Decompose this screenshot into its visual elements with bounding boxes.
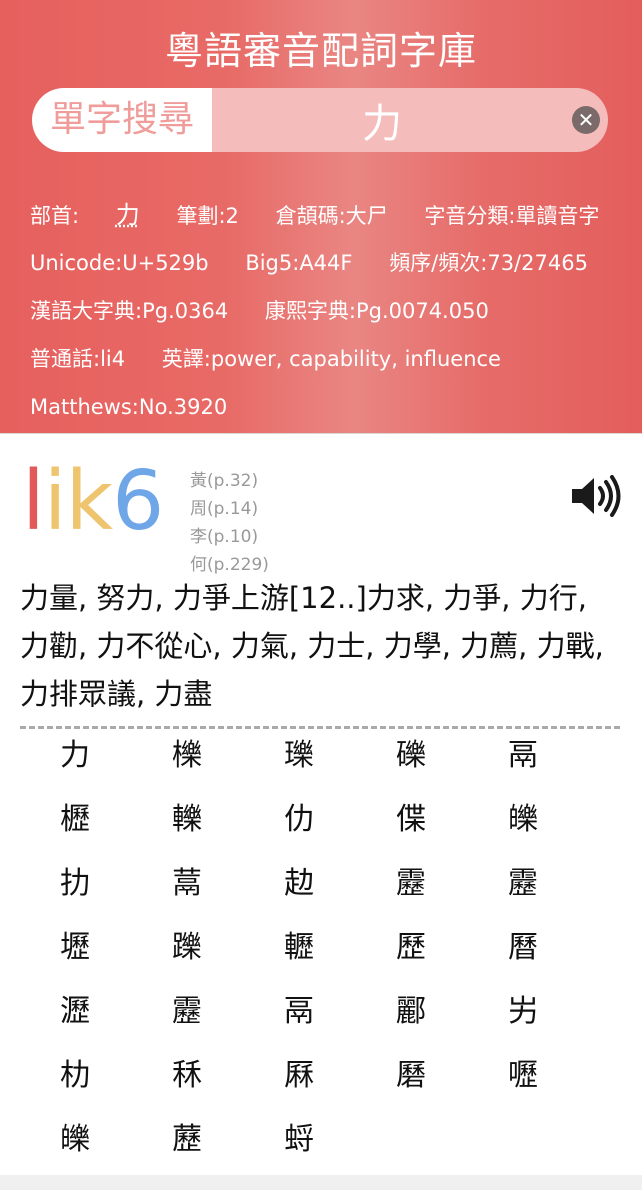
close-circle-icon[interactable]: ✕ bbox=[572, 106, 600, 134]
homophone-char[interactable]: 鬲 bbox=[508, 740, 620, 804]
jyutping: lik6 bbox=[22, 452, 164, 552]
info-row-1: 部首: 力 筆劃:2 倉頡碼:大尸 字音分類:單讀音字 bbox=[30, 198, 630, 246]
homophone-char[interactable]: 蒚 bbox=[172, 868, 284, 932]
radical-label: 部首: bbox=[30, 204, 80, 228]
radical: 部首: 力 bbox=[30, 201, 140, 229]
hanyu-da-zidian-page: 漢語大字典:Pg.0364 bbox=[30, 299, 229, 323]
stroke-count: 筆劃:2 bbox=[176, 204, 239, 228]
homophone-char[interactable]: 壢 bbox=[60, 932, 172, 996]
english-translation: 英譯:power, capability, influence bbox=[161, 347, 501, 371]
homophone-char[interactable]: 轣 bbox=[284, 932, 396, 996]
homophone-char[interactable]: 鬲 bbox=[284, 996, 396, 1060]
reference-item[interactable]: 李(p.10) bbox=[190, 523, 269, 551]
matthews-number: Matthews:No.3920 bbox=[30, 395, 228, 419]
radical-glyph: 力 bbox=[115, 201, 140, 229]
cangjie-code: 倉頡碼:大尸 bbox=[275, 204, 388, 228]
word-list: 力量, 努力, 力爭上游[12..]力求, 力爭, 力行, 力勸, 力不從心, … bbox=[20, 581, 604, 711]
jyutping-final: ik bbox=[43, 454, 113, 549]
homophone-char[interactable]: 櫪 bbox=[60, 804, 172, 868]
info-row-2: Unicode:U+529b Big5:A44F 頻序/頻次:73/27465 bbox=[30, 246, 630, 294]
jyutping-tone: 6 bbox=[112, 454, 164, 549]
homophone-char[interactable]: 瀝 bbox=[60, 996, 172, 1060]
homophone-char[interactable]: 靂 bbox=[172, 996, 284, 1060]
homophone-char[interactable]: 靂 bbox=[396, 868, 508, 932]
homophone-char[interactable]: 皪 bbox=[508, 804, 620, 868]
homophone-char[interactable]: 酈 bbox=[396, 996, 508, 1060]
homophone-char[interactable]: 歷 bbox=[396, 932, 508, 996]
homophone-char[interactable]: 櫟 bbox=[172, 740, 284, 804]
header: 粵語審音配詞字庫 單字搜尋 ✕ 部首: 力 筆劃:2 倉頡碼:大尸 字音分類:單… bbox=[0, 0, 642, 433]
sound-classification: 字音分類:單讀音字 bbox=[424, 204, 600, 228]
info-row-5: Matthews:No.3920 bbox=[30, 390, 630, 438]
homophone-char[interactable]: 扐 bbox=[60, 868, 172, 932]
jyutping-initial: l bbox=[22, 454, 45, 549]
info-row-4: 普通話:li4 英譯:power, capability, influence bbox=[30, 342, 630, 390]
reference-item[interactable]: 周(p.14) bbox=[190, 495, 269, 523]
homophone-char[interactable]: 躒 bbox=[172, 932, 284, 996]
homophone-char[interactable]: 靂 bbox=[508, 868, 620, 932]
homophone-char[interactable]: 赲 bbox=[284, 868, 396, 932]
homophone-char[interactable]: 轢 bbox=[172, 804, 284, 868]
reference-list: 黃(p.32) 周(p.14) 李(p.10) 何(p.229) bbox=[190, 467, 269, 579]
homophone-char[interactable]: 礫 bbox=[396, 740, 508, 804]
speaker-volume-icon[interactable] bbox=[570, 474, 622, 518]
homophone-char[interactable]: 曆 bbox=[508, 932, 620, 996]
homophone-char[interactable]: 仂 bbox=[284, 804, 396, 868]
big5-code: Big5:A44F bbox=[245, 251, 353, 275]
content-panel: lik6 黃(p.32) 周(p.14) 李(p.10) 何(p.229) 力量… bbox=[0, 433, 642, 1175]
app-title: 粵語審音配詞字庫 bbox=[164, 29, 477, 73]
homophone-char[interactable]: 厤 bbox=[284, 1060, 396, 1124]
homophone-char[interactable]: 力 bbox=[60, 740, 172, 804]
character-info: 部首: 力 筆劃:2 倉頡碼:大尸 字音分類:單讀音字 Unicode:U+52… bbox=[30, 198, 630, 438]
homophone-char[interactable]: 瓅 bbox=[284, 740, 396, 804]
kangxi-page: 康熙字典:Pg.0074.050 bbox=[264, 299, 489, 323]
reference-item[interactable]: 黃(p.32) bbox=[190, 467, 269, 495]
homophone-char[interactable]: 磿 bbox=[396, 1060, 508, 1124]
search-mode-button[interactable]: 單字搜尋 bbox=[32, 88, 212, 152]
homophone-char[interactable]: 嚦 bbox=[508, 1060, 620, 1124]
divider bbox=[20, 726, 620, 729]
homophone-char[interactable]: 偞 bbox=[396, 804, 508, 868]
putonghua: 普通話:li4 bbox=[30, 347, 126, 371]
unicode-code: Unicode:U+529b bbox=[30, 251, 209, 275]
search-input[interactable] bbox=[212, 88, 552, 152]
footer-bar bbox=[0, 1175, 642, 1190]
info-row-3: 漢語大字典:Pg.0364 康熙字典:Pg.0074.050 bbox=[30, 294, 630, 342]
search-bar: 單字搜尋 ✕ bbox=[32, 88, 608, 152]
homophone-char[interactable]: 屴 bbox=[508, 996, 620, 1060]
homophone-char[interactable]: 朸 bbox=[60, 1060, 172, 1124]
homophone-char[interactable]: 秝 bbox=[172, 1060, 284, 1124]
homophone-grid: 力 櫟 瓅 礫 鬲 櫪 轢 仂 偞 皪 扐 蒚 赲 靂 靂 壢 躒 轣 歷 曆 … bbox=[60, 740, 620, 1188]
frequency: 頻序/頻次:73/27465 bbox=[389, 251, 588, 275]
